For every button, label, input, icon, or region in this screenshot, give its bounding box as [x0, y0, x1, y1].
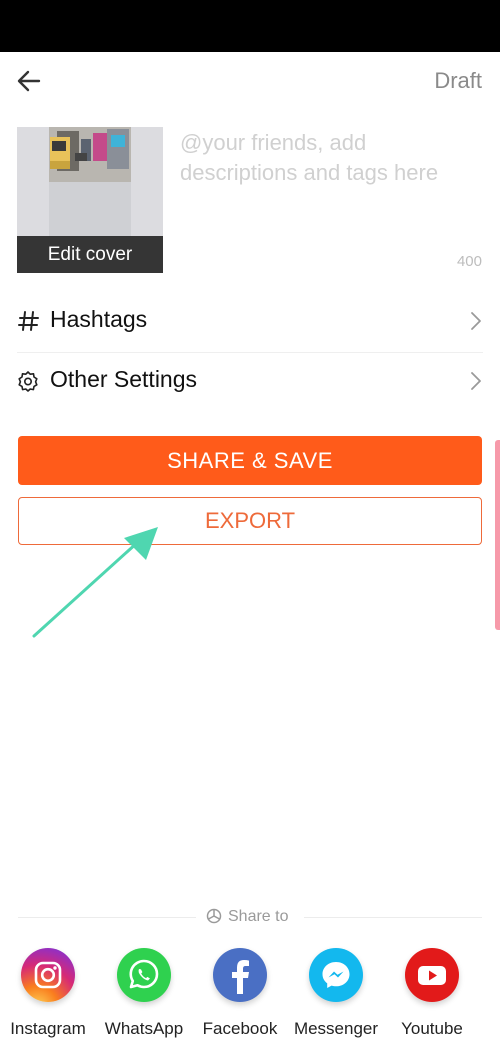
youtube-icon	[405, 948, 459, 1002]
share-whatsapp[interactable]: WhatsApp	[96, 948, 192, 1039]
whatsapp-icon	[117, 948, 171, 1002]
share-aperture-icon	[206, 908, 222, 924]
instagram-icon	[21, 948, 75, 1002]
divider	[18, 917, 196, 918]
share-to-title: Share to	[228, 908, 289, 925]
share-youtube[interactable]: Youtube	[384, 948, 480, 1039]
share-instagram[interactable]: Instagram	[0, 948, 96, 1039]
share-to-header: Share to	[0, 906, 500, 928]
divider	[304, 917, 482, 918]
annotation-arrow-icon	[32, 527, 158, 638]
app-name: Instagram	[10, 1019, 86, 1038]
facebook-icon	[213, 948, 267, 1002]
share-messenger[interactable]: Messenger	[288, 948, 384, 1039]
app-name: Youtube	[401, 1019, 463, 1038]
share-facebook[interactable]: Facebook	[192, 948, 288, 1039]
share-apps-row: Instagram WhatsApp Facebook Messenger Yo…	[0, 948, 500, 1048]
messenger-icon	[309, 948, 363, 1002]
app-name: WhatsApp	[104, 1019, 184, 1038]
app-name: Facebook	[202, 1019, 278, 1038]
share-to-title-wrap: Share to	[206, 906, 288, 928]
app-name: Messenger	[293, 1019, 379, 1038]
